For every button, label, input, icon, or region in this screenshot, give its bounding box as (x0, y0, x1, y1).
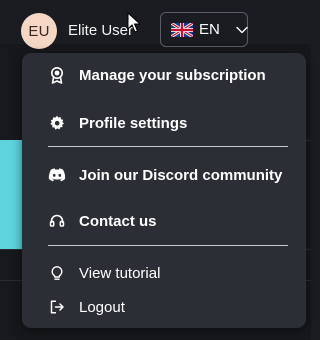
mouse-cursor-icon (127, 12, 141, 34)
username[interactable]: Elite User (68, 22, 133, 39)
menu-item-logout[interactable]: Logout (22, 289, 306, 325)
menu-item-discord[interactable]: Join our Discord community (22, 157, 306, 193)
menu-item-manage-subscription[interactable]: Manage your subscription (22, 57, 306, 93)
avatar-initials: EU (28, 22, 50, 40)
menu-item-label: Logout (79, 298, 125, 316)
menu-item-label: Contact us (79, 212, 157, 230)
menu-item-label: Manage your subscription (79, 66, 266, 84)
menu-item-label: Join our Discord community (79, 166, 283, 184)
top-bar: EU Elite User EN (0, 0, 311, 60)
language-code: EN (199, 21, 220, 38)
award-badge-icon (48, 66, 66, 84)
language-selector-button[interactable]: EN (160, 12, 248, 47)
user-dropdown-menu: Manage your subscription Profile setting… (22, 53, 306, 328)
chevron-down-icon (236, 26, 248, 34)
menu-item-label: View tutorial (79, 264, 161, 282)
logout-icon (48, 298, 66, 316)
avatar[interactable]: EU (21, 13, 57, 49)
menu-item-profile-settings[interactable]: Profile settings (22, 105, 306, 141)
menu-item-label: Profile settings (79, 114, 188, 132)
lightbulb-icon (48, 264, 66, 282)
menu-item-contact-us[interactable]: Contact us (22, 203, 306, 239)
menu-item-view-tutorial[interactable]: View tutorial (22, 255, 306, 291)
menu-divider (48, 245, 288, 246)
menu-divider (48, 146, 288, 147)
uk-flag-icon (171, 22, 193, 37)
headset-icon (48, 212, 66, 230)
discord-icon (48, 166, 66, 184)
gear-icon (48, 114, 66, 132)
